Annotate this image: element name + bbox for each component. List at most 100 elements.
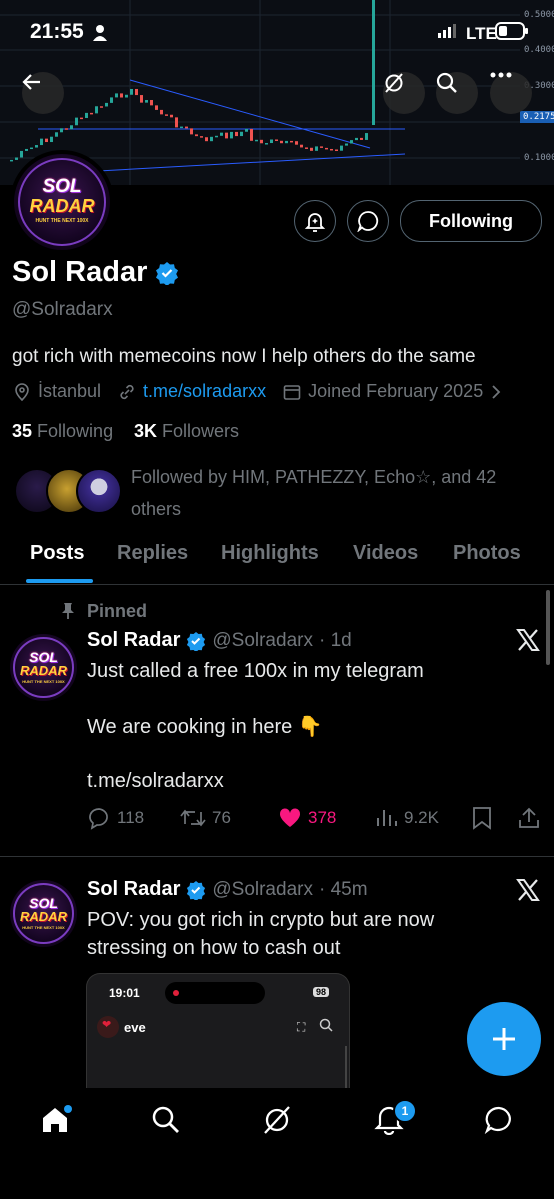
share-button[interactable]: [518, 806, 540, 835]
banner-candle: [280, 140, 283, 144]
repost-count: 76: [212, 808, 231, 827]
following-count: 35: [12, 421, 33, 441]
banner-candle: [255, 139, 258, 142]
tab-replies[interactable]: Replies: [117, 542, 188, 565]
embed-time: 19:01: [109, 986, 140, 1000]
grok-icon: [264, 1106, 290, 1134]
search-button[interactable]: [436, 72, 478, 114]
followed-by-line: Followed by HIM, PATHEZZY, Echo☆, and 42: [131, 467, 497, 487]
followed-by-text[interactable]: Followed by HIM, PATHEZZY, Echo☆, and 42…: [131, 461, 496, 525]
more-icon: [490, 72, 512, 78]
reply-button[interactable]: 118: [87, 806, 144, 830]
profile-joined: Joined February 2025: [308, 381, 484, 401]
profile-name: Sol Radar: [12, 256, 148, 288]
followed-by-line: others: [131, 499, 182, 519]
banner-candle: [295, 141, 298, 145]
view-count: 9.2K: [404, 808, 439, 827]
post-header: Sol Radar @Solradarx · 1d: [87, 629, 352, 652]
banner-candle: [200, 136, 203, 138]
banner-candle: [135, 88, 138, 96]
nav-home[interactable]: [40, 1104, 74, 1141]
tab-highlights[interactable]: Highlights: [221, 542, 319, 565]
banner-candle: [25, 148, 28, 151]
heart-filled-icon: [279, 808, 301, 827]
banner-candle: [265, 143, 268, 145]
banner-candle: [335, 149, 338, 152]
banner-candle: [150, 100, 153, 106]
post-author-name[interactable]: Sol Radar: [87, 629, 180, 652]
banner-candle: [185, 126, 188, 129]
followers-count: 3K: [134, 421, 158, 441]
chevron-right-icon[interactable]: [489, 384, 503, 400]
followers-label: Followers: [162, 421, 240, 441]
post-avatar[interactable]: SOL RADAR HUNT THE NEXT 100X: [10, 880, 77, 947]
banner-candle: [110, 97, 113, 103]
post-header: Sol Radar @Solradarx · 45m: [87, 878, 368, 901]
post-text: We are cooking in here 👇: [87, 716, 323, 738]
banner-candle: [70, 125, 73, 130]
banner-candle: [195, 134, 198, 137]
views-button[interactable]: 9.2K: [374, 806, 439, 830]
bookmark-button[interactable]: [471, 806, 493, 835]
pin-icon: [60, 602, 76, 625]
banner-candle: [330, 148, 333, 151]
post-avatar[interactable]: SOL RADAR HUNT THE NEXT 100X: [10, 634, 77, 701]
post-text: stressing on how to cash out: [87, 937, 341, 959]
profile-website-link[interactable]: t.me/solradarxx: [143, 381, 266, 402]
following-label: Following: [37, 421, 114, 441]
network-label: LTE: [466, 24, 497, 43]
followers-count-link[interactable]: 3K Followers: [134, 421, 239, 442]
nav-messages[interactable]: [484, 1105, 514, 1140]
arrow-left-icon: [22, 74, 40, 90]
scrollbar[interactable]: [546, 590, 550, 665]
banner-candle: [275, 139, 278, 141]
location-icon: [15, 382, 29, 401]
profile-handle: @Solradarx: [12, 299, 113, 320]
banner-candle: [235, 131, 238, 137]
more-button[interactable]: [490, 72, 532, 114]
banner-candle: [90, 112, 93, 115]
repost-button[interactable]: 76: [180, 806, 231, 830]
nav-grok[interactable]: [262, 1105, 292, 1140]
logo-text-tagline: HUNT THE NEXT 100X: [35, 218, 89, 224]
message-button[interactable]: [347, 200, 389, 242]
banner-candle: [300, 144, 303, 148]
banner-candle: [165, 114, 168, 116]
repost-icon: [180, 809, 206, 827]
grok-button[interactable]: [383, 72, 425, 114]
tab-posts[interactable]: Posts: [30, 542, 84, 565]
banner-candle: [190, 128, 193, 135]
like-button[interactable]: 378: [278, 806, 336, 830]
tab-videos[interactable]: Videos: [353, 542, 418, 565]
profile-meta-row: İstanbul t.me/solradarxx Joined February…: [12, 381, 503, 402]
grok-analyze-button[interactable]: [294, 200, 336, 242]
logo-text-radar: RADAR: [20, 663, 67, 678]
post-author-name[interactable]: Sol Radar: [87, 878, 180, 901]
embed-contact-name: eve: [124, 1020, 146, 1035]
post-time: · 45m: [318, 878, 368, 900]
profile-location: İstanbul: [38, 381, 102, 401]
nav-search[interactable]: [151, 1105, 181, 1140]
grok-icon: [385, 73, 403, 93]
banner-candle: [60, 128, 63, 133]
profile-tabs: Posts Replies Highlights Videos Photos: [0, 532, 554, 585]
post-media-image[interactable]: 19:01 98 ❤ eve ⛶: [86, 973, 350, 1089]
record-dot-icon: [173, 990, 179, 996]
banner-candle: [140, 95, 143, 103]
nav-notifications[interactable]: 1: [373, 1099, 417, 1140]
followed-by-avatars[interactable]: [14, 466, 122, 514]
following-button[interactable]: Following: [400, 200, 542, 242]
banner-candle: [345, 143, 348, 146]
back-button[interactable]: [22, 72, 64, 114]
compose-button[interactable]: [467, 1002, 541, 1076]
banner-candle: [315, 146, 318, 151]
logo-text-radar: RADAR: [20, 909, 67, 924]
x-logo-icon[interactable]: [516, 878, 540, 907]
x-logo-icon[interactable]: [516, 628, 540, 657]
pinned-label: Pinned: [87, 601, 148, 621]
following-count-link[interactable]: 35 Following: [12, 421, 113, 442]
post-link[interactable]: t.me/solradarxx: [87, 767, 224, 795]
post-author-handle: @Solradarx: [212, 629, 313, 651]
tab-photos[interactable]: Photos: [453, 542, 521, 565]
profile-avatar[interactable]: SOL RADAR HUNT THE NEXT 100X: [10, 150, 114, 254]
